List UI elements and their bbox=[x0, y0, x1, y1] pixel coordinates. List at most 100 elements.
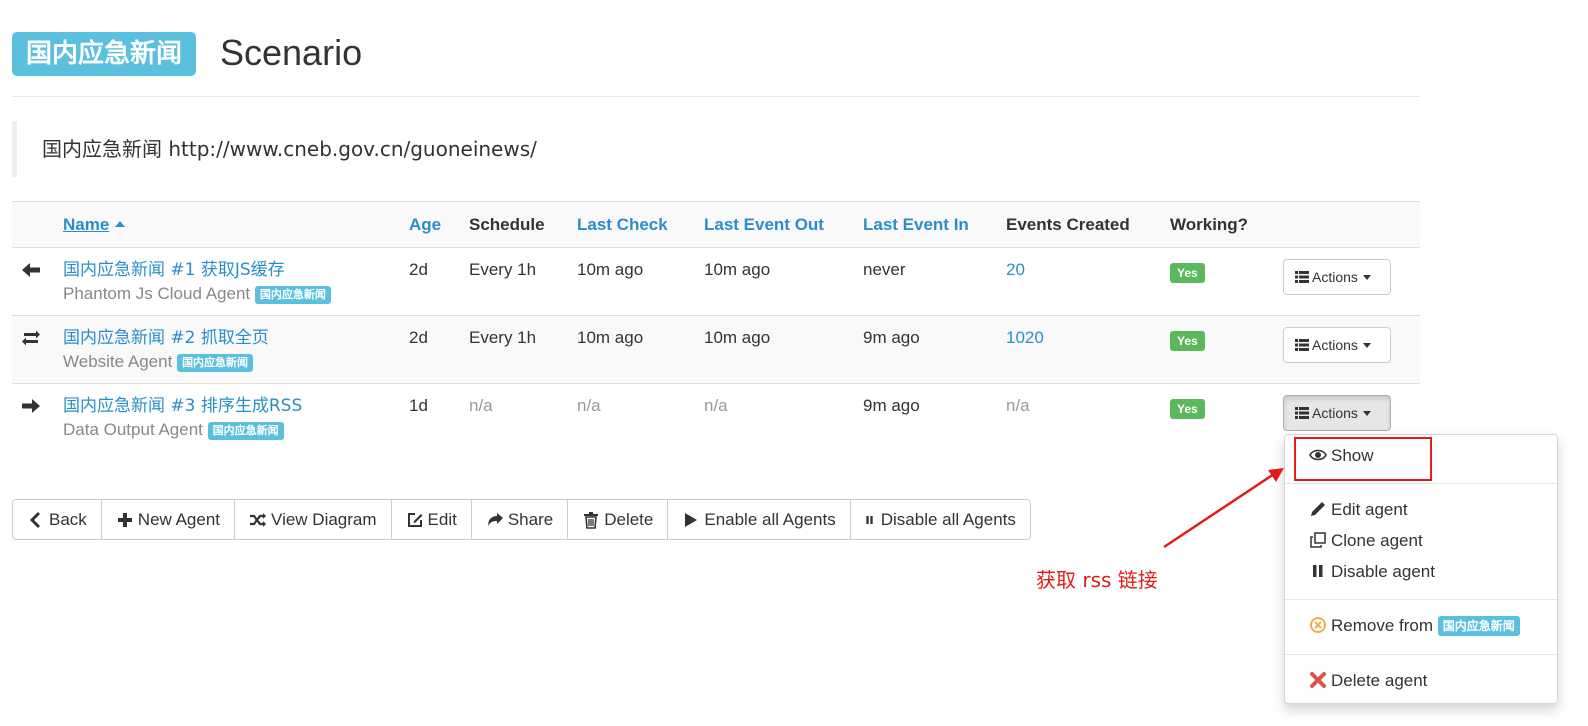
column-header-name[interactable]: Name bbox=[63, 202, 126, 248]
edit-icon bbox=[407, 512, 423, 527]
menu-divider bbox=[1285, 599, 1557, 600]
agent-cell: 国内应急新闻 #3 排序生成RSS Data Output Agent 国内应急… bbox=[63, 394, 302, 442]
enable-all-agents-button[interactable]: Enable all Agents bbox=[668, 500, 851, 539]
page-header: 国内应急新闻 Scenario bbox=[12, 30, 1420, 97]
list-icon bbox=[1295, 339, 1309, 351]
table-row: 国内应急新闻 #2 抓取全页 Website Agent 国内应急新闻 2d E… bbox=[12, 316, 1420, 384]
working-yes-badge: Yes bbox=[1170, 263, 1205, 283]
agent-type: Phantom Js Cloud Agent 国内应急新闻 bbox=[63, 282, 331, 306]
working-status: Yes bbox=[1170, 328, 1205, 352]
last-event-in-value: 9m ago bbox=[863, 396, 920, 415]
working-yes-badge: Yes bbox=[1170, 331, 1205, 351]
scenario-tag-badge[interactable]: 国内应急新闻 bbox=[254, 286, 331, 304]
play-icon bbox=[685, 512, 698, 527]
table-row: 国内应急新闻 #3 排序生成RSS Data Output Agent 国内应急… bbox=[12, 384, 1420, 452]
column-header-schedule: Schedule bbox=[469, 215, 545, 234]
scenario-toolbar: Back New Agent View Diagram Edit Share D… bbox=[12, 499, 1031, 540]
delete-x-icon bbox=[1310, 672, 1326, 688]
agent-cell: 国内应急新闻 #1 获取JS缓存 Phantom Js Cloud Agent … bbox=[63, 258, 331, 306]
scenario-tag-badge[interactable]: 国内应急新闻 bbox=[177, 354, 254, 372]
actions-dropdown-button[interactable]: Actions bbox=[1283, 395, 1391, 431]
working-status: Yes bbox=[1170, 260, 1205, 284]
annotation-highlight-box bbox=[1294, 437, 1432, 481]
delete-button[interactable]: Delete bbox=[568, 500, 669, 539]
disable-all-agents-button[interactable]: Disable all Agents bbox=[851, 500, 1030, 539]
last-event-out-value: 10m ago bbox=[704, 328, 771, 347]
events-created-value: n/a bbox=[1006, 396, 1030, 415]
agent-name-link[interactable]: 国内应急新闻 #3 排序生成RSS bbox=[63, 396, 302, 416]
schedule-value: Every 1h bbox=[469, 260, 537, 279]
view-diagram-button[interactable]: View Diagram bbox=[235, 500, 392, 539]
arrow-right-icon bbox=[22, 399, 40, 413]
age-value: 2d bbox=[409, 260, 428, 279]
actions-dropdown-button[interactable]: Actions bbox=[1283, 327, 1391, 363]
scenario-badge: 国内应急新闻 bbox=[12, 32, 197, 76]
column-header-age[interactable]: Age bbox=[409, 202, 441, 248]
agent-cell: 国内应急新闻 #2 抓取全页 Website Agent 国内应急新闻 bbox=[63, 326, 269, 374]
menu-item-remove-from-scenario[interactable]: Remove from 国内应急新闻 bbox=[1285, 610, 1557, 642]
clone-icon bbox=[1310, 532, 1326, 548]
menu-item-clone-agent[interactable]: Clone agent bbox=[1285, 525, 1557, 557]
list-icon bbox=[1295, 271, 1309, 283]
caret-down-icon bbox=[1362, 343, 1371, 348]
edit-button[interactable]: Edit bbox=[392, 500, 472, 539]
shuffle-icon bbox=[250, 512, 267, 527]
new-agent-button[interactable]: New Agent bbox=[102, 500, 236, 539]
pencil-icon bbox=[1311, 502, 1325, 516]
page-title: Scenario bbox=[220, 32, 363, 73]
working-status: Yes bbox=[1170, 396, 1205, 420]
last-check-value: n/a bbox=[577, 396, 601, 415]
age-value: 2d bbox=[409, 328, 428, 347]
annotation-text: 获取 rss 链接 bbox=[1036, 568, 1158, 592]
caret-down-icon bbox=[1362, 275, 1371, 280]
last-check-value: 10m ago bbox=[577, 260, 644, 279]
last-event-in-value: 9m ago bbox=[863, 328, 920, 347]
column-header-last-event-in[interactable]: Last Event In bbox=[863, 202, 969, 248]
scenario-tag-badge[interactable]: 国内应急新闻 bbox=[207, 422, 284, 440]
remove-circle-icon bbox=[1310, 617, 1326, 633]
pause-icon bbox=[866, 515, 873, 524]
agent-name-link[interactable]: 国内应急新闻 #2 抓取全页 bbox=[63, 328, 269, 348]
agents-table: Name Age Schedule Last Check Last Event … bbox=[12, 201, 1420, 452]
schedule-value: Every 1h bbox=[469, 328, 537, 347]
agent-name-link[interactable]: 国内应急新闻 #1 获取JS缓存 bbox=[63, 260, 285, 280]
plus-icon bbox=[117, 512, 132, 527]
age-value: 1d bbox=[409, 396, 428, 415]
share-button[interactable]: Share bbox=[472, 500, 569, 539]
agent-type: Data Output Agent 国内应急新闻 bbox=[63, 418, 302, 442]
agent-type: Website Agent 国内应急新闻 bbox=[63, 350, 269, 374]
annotation-arrow-icon bbox=[1163, 468, 1284, 549]
trash-icon bbox=[584, 511, 599, 529]
column-header-working: Working? bbox=[1170, 215, 1249, 234]
arrows-exchange-icon bbox=[22, 330, 40, 346]
table-row: 国内应急新闻 #1 获取JS缓存 Phantom Js Cloud Agent … bbox=[12, 248, 1420, 316]
list-icon bbox=[1295, 407, 1309, 419]
last-event-in-value: never bbox=[863, 260, 906, 279]
back-button[interactable]: Back bbox=[13, 500, 102, 539]
actions-dropdown-button[interactable]: Actions bbox=[1283, 259, 1391, 295]
column-header-last-event-out[interactable]: Last Event Out bbox=[704, 202, 824, 248]
working-yes-badge: Yes bbox=[1170, 399, 1205, 419]
share-icon bbox=[487, 512, 503, 526]
last-event-out-value: n/a bbox=[704, 396, 728, 415]
events-created-link[interactable]: 1020 bbox=[1006, 326, 1044, 350]
column-header-events-created: Events Created bbox=[1006, 215, 1130, 234]
scenario-tag-badge: 国内应急新闻 bbox=[1437, 616, 1520, 636]
last-event-out-value: 10m ago bbox=[704, 260, 771, 279]
menu-item-edit-agent[interactable]: Edit agent bbox=[1285, 494, 1557, 526]
column-header-last-check[interactable]: Last Check bbox=[577, 202, 668, 248]
last-check-value: 10m ago bbox=[577, 328, 644, 347]
table-header: Name Age Schedule Last Check Last Event … bbox=[12, 202, 1420, 248]
menu-divider bbox=[1285, 654, 1557, 655]
arrow-left-icon bbox=[22, 263, 40, 277]
caret-down-icon bbox=[1362, 411, 1371, 416]
menu-item-delete-agent[interactable]: Delete agent bbox=[1285, 665, 1557, 697]
scenario-description: 国内应急新闻 http://www.cneb.gov.cn/guoneinews… bbox=[12, 121, 1420, 177]
schedule-value: n/a bbox=[469, 396, 493, 415]
menu-item-disable-agent[interactable]: Disable agent bbox=[1285, 556, 1557, 588]
pause-icon bbox=[1313, 565, 1323, 577]
events-created-link[interactable]: 20 bbox=[1006, 258, 1025, 282]
menu-divider bbox=[1285, 483, 1557, 484]
chevron-left-icon bbox=[29, 511, 41, 528]
sort-asc-icon bbox=[115, 221, 126, 227]
